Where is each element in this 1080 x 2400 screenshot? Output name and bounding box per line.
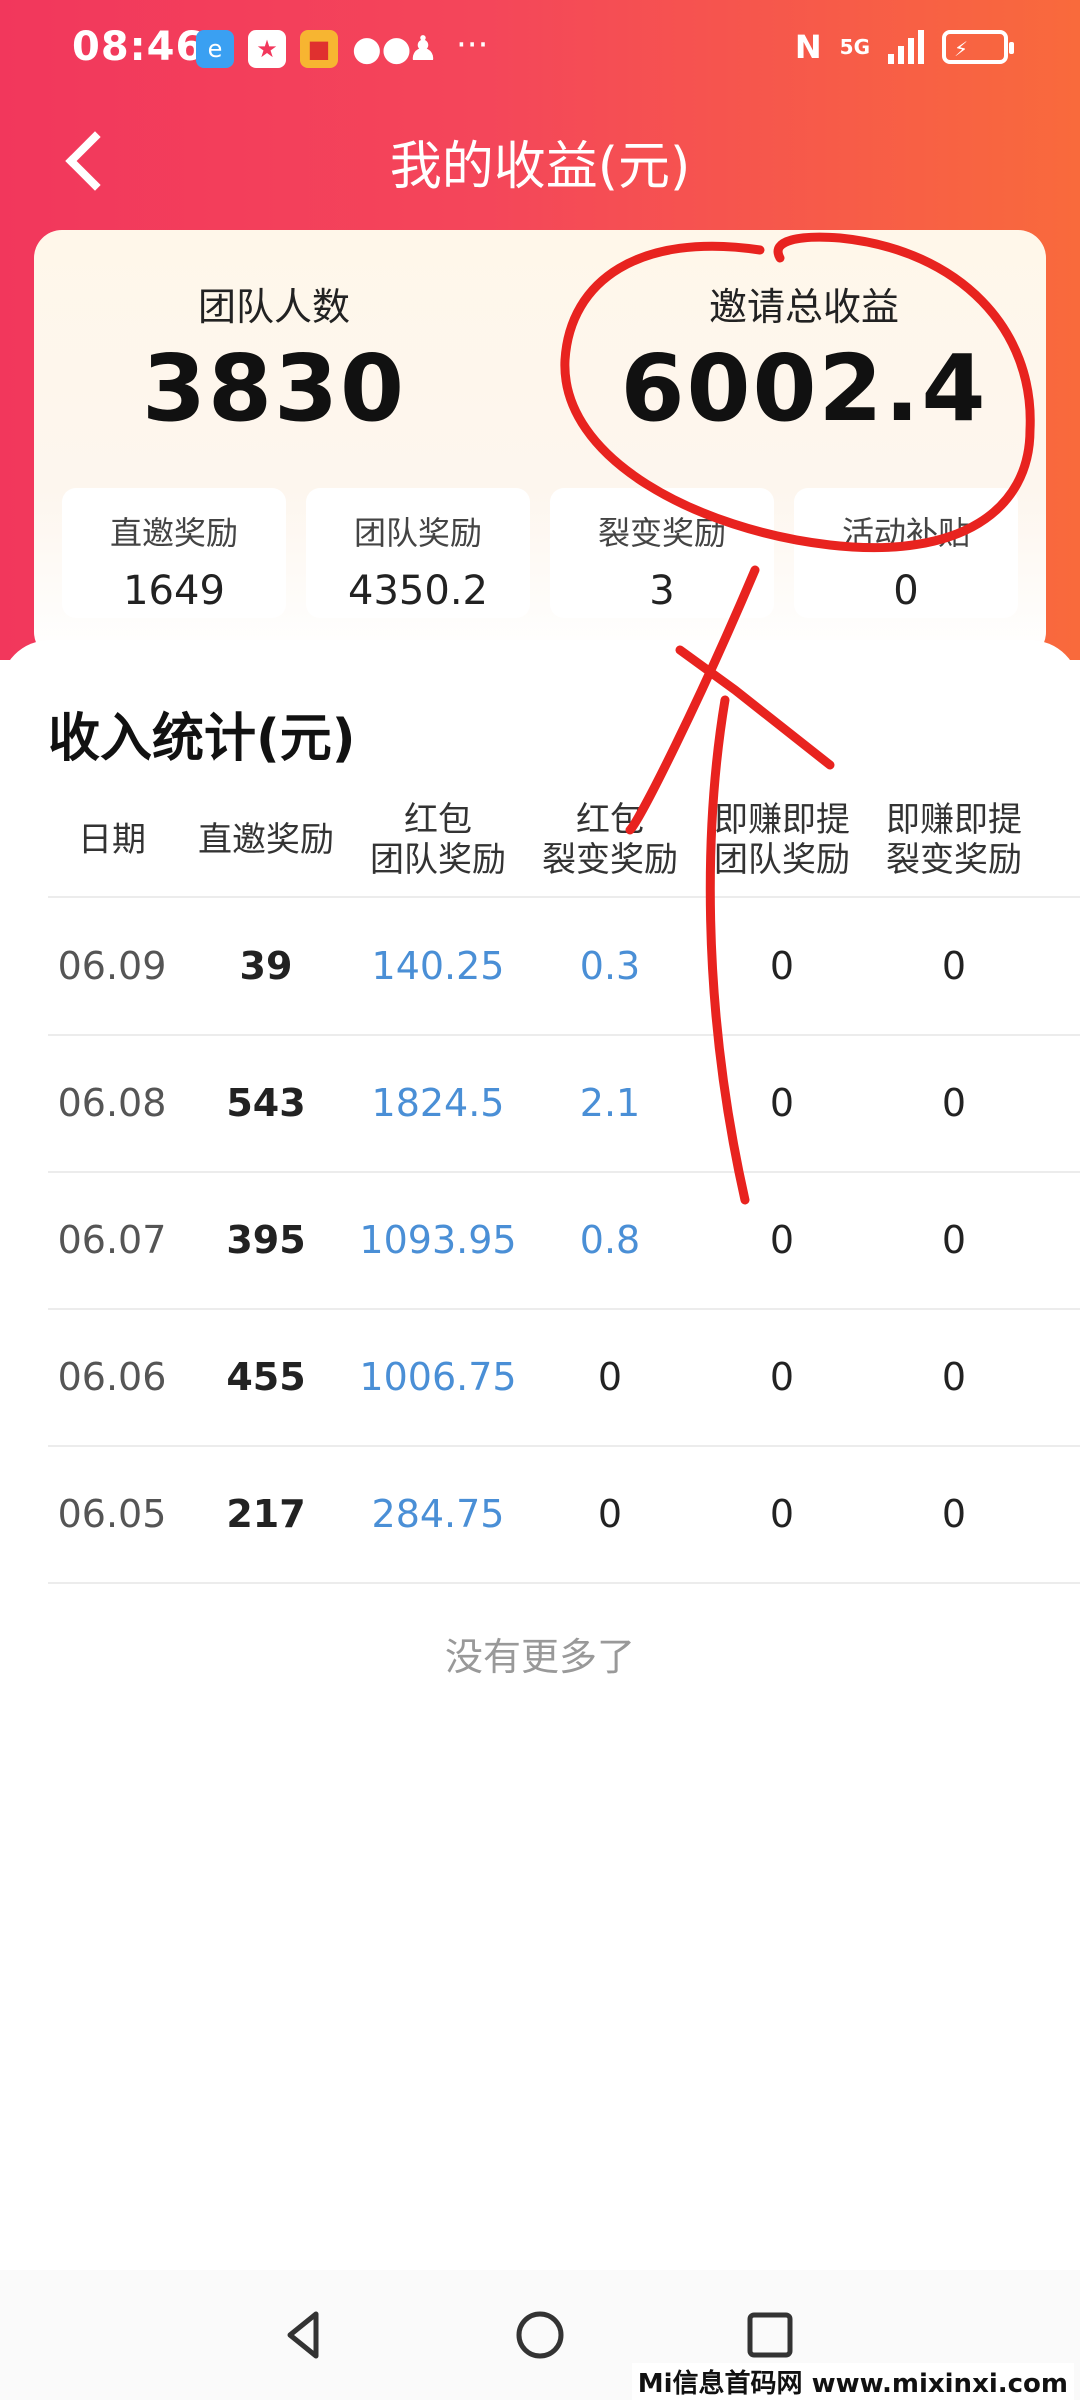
- row-redpacket-fission: 0.3: [579, 944, 641, 988]
- wechat-icon: ●●: [352, 29, 412, 69]
- row-direct-invite: 455: [226, 1355, 306, 1399]
- nfc-icon: N: [794, 28, 822, 66]
- fission-reward: 裂变奖励 3: [550, 488, 774, 618]
- header-line: 日期: [78, 820, 146, 860]
- row-date: 06.08: [57, 1081, 167, 1125]
- header-redpacket-team: 红包 团队奖励: [352, 790, 524, 890]
- row-date: 06.09: [57, 944, 167, 988]
- team-reward-label: 团队奖励: [353, 514, 482, 552]
- header-line: 团队奖励: [714, 840, 850, 880]
- row-instant-fission: 0: [941, 1081, 967, 1125]
- nav-home-button[interactable]: [505, 2300, 575, 2370]
- header-line: 即赚即提: [886, 800, 1022, 840]
- qq-icon: ♟: [407, 29, 439, 69]
- team-reward-value: 4350.2: [348, 568, 488, 614]
- table-row: 06.08 543 1824.5 2.1 0 0: [48, 1035, 1080, 1173]
- header-instant-team: 即赚即提 团队奖励: [696, 790, 868, 890]
- team-reward: 团队奖励 4350.2: [306, 488, 530, 618]
- row-instant-team: 0: [769, 1355, 795, 1399]
- nav-recents-button[interactable]: [735, 2300, 805, 2370]
- circle-home-icon: [516, 2311, 564, 2359]
- activity-subsidy-label: 活动补贴: [841, 514, 970, 552]
- activity-subsidy: 活动补贴 0: [794, 488, 1018, 618]
- table-row: 06.06 455 1006.75 0 0 0: [48, 1309, 1080, 1447]
- header-line: 直邀奖励: [198, 820, 334, 860]
- earnings-summary-card: 团队人数 3830 邀请总收益 6002.4 直邀奖励 1649 团队奖励 43…: [34, 230, 1046, 660]
- header-direct-invite: 直邀奖励: [180, 790, 352, 890]
- table-row: 06.05 217 284.75 0 0 0: [48, 1446, 1080, 1584]
- no-more-text: 没有更多了: [444, 1635, 635, 1679]
- income-stats-title: 收入统计(元): [48, 709, 356, 769]
- row-date: 06.06: [57, 1355, 167, 1399]
- notification-icons: e ★ ■ ●● ♟ ···: [196, 25, 489, 69]
- header-line: 即赚即提: [714, 800, 850, 840]
- header-date: 日期: [48, 790, 176, 890]
- network-type: 5G: [839, 35, 870, 59]
- row-instant-team: 0: [769, 1492, 795, 1536]
- table-header: 日期 直邀奖励 红包 团队奖励 红包 裂变奖励 即赚即提 团队奖励 即赚即提 裂…: [48, 790, 1080, 898]
- game-icon: ★: [248, 30, 286, 68]
- row-direct-invite: 217: [226, 1492, 306, 1536]
- nav-back-button[interactable]: [270, 2300, 340, 2370]
- row-date: 06.07: [57, 1218, 167, 1262]
- page-title: 我的收益(元): [389, 137, 691, 197]
- direct-invite-reward: 直邀奖励 1649: [62, 488, 286, 618]
- team-count-block: 团队人数 3830: [74, 276, 474, 442]
- header-redpacket-fission: 红包 裂变奖励: [524, 790, 696, 890]
- invite-earnings-block: 邀请总收益 6002.4: [594, 276, 1014, 442]
- fission-reward-value: 3: [649, 568, 675, 614]
- battery-icon: ⚡: [942, 30, 1014, 64]
- row-redpacket-fission: 2.1: [579, 1081, 641, 1125]
- team-count-label: 团队人数: [197, 285, 350, 329]
- system-nav-bar: Mi信息首码网 www.mixinxi.com: [0, 2270, 1080, 2400]
- header-instant-fission: 即赚即提 裂变奖励: [868, 790, 1040, 890]
- row-instant-fission: 0: [941, 1355, 967, 1399]
- invite-earnings-value: 6002.4: [620, 335, 988, 442]
- status-indicators: N 5G ⚡: [794, 28, 1014, 66]
- row-redpacket-fission: 0.8: [579, 1218, 641, 1262]
- table-row: 06.07 395 1093.95 0.8 0 0: [48, 1172, 1080, 1310]
- header-line: 裂变奖励: [886, 840, 1022, 880]
- row-redpacket-team: 284.75: [371, 1492, 505, 1536]
- row-redpacket-team: 1824.5: [371, 1081, 505, 1125]
- row-redpacket-fission: 0: [597, 1492, 623, 1536]
- invite-earnings-label: 邀请总收益: [708, 285, 899, 329]
- row-direct-invite: 543: [226, 1081, 306, 1125]
- row-redpacket-team: 1006.75: [359, 1355, 517, 1399]
- header-line: 裂变奖励: [542, 840, 678, 880]
- header-line: 团队奖励: [370, 840, 506, 880]
- square-recents-icon: [747, 2312, 793, 2358]
- row-redpacket-fission: 0: [597, 1355, 623, 1399]
- row-direct-invite: 395: [226, 1218, 306, 1262]
- table-row: 06.09 39 140.25 0.3 0 0: [48, 898, 1080, 1036]
- row-date: 06.05: [57, 1492, 167, 1536]
- status-time: 08:46: [72, 24, 205, 70]
- activity-subsidy-value: 0: [893, 568, 919, 614]
- triangle-back-icon: [287, 2311, 319, 2359]
- direct-invite-value: 1649: [123, 568, 225, 614]
- red-packet-icon: ■: [300, 30, 338, 68]
- nav-bar: 我的收益(元): [0, 110, 1080, 210]
- reward-breakdown: 直邀奖励 1649 团队奖励 4350.2 裂变奖励 3 活动补贴 0: [62, 488, 1018, 618]
- row-instant-fission: 0: [941, 1492, 967, 1536]
- row-instant-fission: 0: [941, 944, 967, 988]
- header-line: 红包: [404, 800, 472, 840]
- status-bar: 08:46 e ★ ■ ●● ♟ ··· N 5G ⚡: [0, 0, 1080, 100]
- header-line: 红包: [576, 800, 644, 840]
- more-notifications-icon: ···: [456, 25, 489, 65]
- row-redpacket-team: 1093.95: [359, 1218, 517, 1262]
- row-redpacket-team: 140.25: [371, 944, 505, 988]
- row-instant-team: 0: [769, 1218, 795, 1262]
- signal-icon: [888, 30, 924, 64]
- row-instant-fission: 0: [941, 1218, 967, 1262]
- direct-invite-label: 直邀奖励: [109, 514, 238, 552]
- fission-reward-label: 裂变奖励: [597, 514, 726, 552]
- row-instant-team: 0: [769, 1081, 795, 1125]
- browser-icon: e: [196, 30, 234, 68]
- team-count-value: 3830: [141, 335, 407, 442]
- row-instant-team: 0: [769, 944, 795, 988]
- row-direct-invite: 39: [239, 944, 293, 988]
- watermark: Mi信息首码网 www.mixinxi.com: [631, 2363, 1074, 2400]
